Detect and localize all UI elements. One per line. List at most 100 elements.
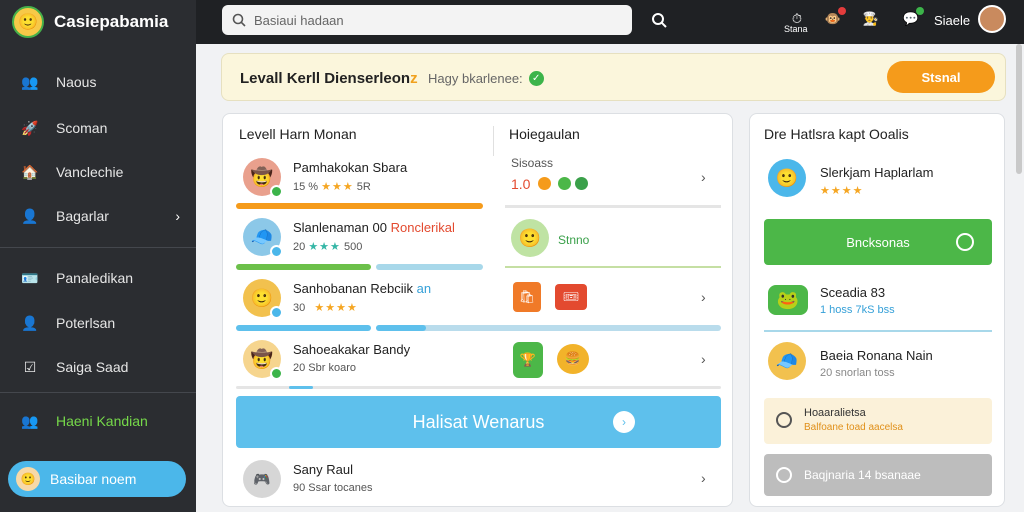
- progress-bar-track: [376, 264, 483, 270]
- search-icon: [232, 13, 246, 27]
- checklist-icon: ☑: [23, 358, 37, 375]
- progress-bar: [376, 325, 426, 331]
- coin-icon: [538, 177, 551, 190]
- banner-title: Levall Kerll Dienserleonz: [240, 70, 418, 87]
- sidebar-item-bagarlar[interactable]: 👤 Bagarlar ›: [0, 199, 196, 233]
- list-item-name: Sceadia 83: [820, 285, 886, 300]
- cta-button[interactable]: Halisat Wenarus ›: [236, 396, 721, 448]
- chevron-right-icon[interactable]: ›: [701, 169, 706, 185]
- level-name: Sahoeakakar Bandy: [293, 342, 411, 357]
- sidebar-item-naous[interactable]: 👥 Naous: [0, 65, 196, 99]
- mascot-notification-icon[interactable]: 🐵: [822, 7, 846, 30]
- search-icon: [652, 13, 667, 28]
- list-item-name: Sany Raul: [293, 462, 353, 477]
- profile-card-icon: 🪪: [21, 269, 39, 286]
- level-row[interactable]: 🤠 Sahoeakakar Bandy 20 Sbr koaro: [243, 340, 483, 390]
- sidebar-item-scoman[interactable]: 🚀 Scoman: [0, 111, 196, 145]
- notice-card[interactable]: Hoaaralietsa Balfoane toad aacelsa: [764, 398, 992, 444]
- burger-icon[interactable]: 🍔: [557, 344, 589, 374]
- list-item-meta: 90 Ssar tocanes: [293, 482, 373, 494]
- welcome-banner: Levall Kerll Dienserleonz Hagy bkarlenee…: [221, 53, 1006, 101]
- list-item-meta: 1 hoss 7kS bss: [820, 304, 895, 316]
- ticket-icon[interactable]: 🎟: [555, 284, 587, 310]
- chevron-right-icon: ›: [175, 208, 180, 224]
- status-badge: [270, 185, 283, 198]
- check-icon: ✓: [528, 71, 544, 86]
- sidebar-item-label: Haeni Kandian: [56, 413, 148, 429]
- gem-icon: [575, 177, 588, 190]
- sidebar-item-panaledikan[interactable]: 🪪 Panaledikan: [0, 261, 196, 295]
- user-pill[interactable]: 🙂 Basibar noem: [8, 461, 186, 497]
- levels-title: Levell Harn Monan: [239, 126, 357, 142]
- middle-title: Hoiegaulan: [509, 126, 580, 142]
- top-user-name[interactable]: Siaele: [934, 13, 970, 28]
- user-icon: 👤: [21, 207, 39, 224]
- search-button[interactable]: [642, 5, 676, 35]
- disabled-button[interactable]: Baqjnaria 14 bsanaae: [764, 454, 992, 496]
- gift-bag-icon[interactable]: 🛍: [513, 282, 541, 312]
- avatar: 🧢: [768, 342, 806, 380]
- sidebar-item-label: Naous: [56, 74, 97, 90]
- middle-tag: Stnno: [558, 233, 590, 247]
- sidebar-item-poterlsan[interactable]: 👤 Poterlsan: [0, 306, 196, 340]
- users-icon: 👥: [21, 73, 39, 90]
- avatar: 🤠: [243, 158, 283, 198]
- avatar: 🙂: [16, 467, 40, 491]
- avatar[interactable]: [978, 5, 1006, 33]
- list-item[interactable]: 🐸 Sceadia 83 1 hoss 7kS bss: [768, 279, 988, 323]
- chevron-right-icon[interactable]: ›: [701, 470, 706, 486]
- level-meta: 15 % ★★★ 5R: [293, 181, 371, 193]
- list-item-meta: 20 snorlan toss: [820, 367, 895, 379]
- level-row[interactable]: 🧢 Slanlenaman 00 Ronclerikal 20 ★★★ 500: [243, 218, 483, 268]
- user-pill-label: Basibar noem: [50, 471, 137, 487]
- sidebar-item-saiga-saad[interactable]: ☑ Saiga Saad: [0, 350, 196, 384]
- avatar: 🙂: [768, 159, 806, 197]
- sidebar-item-haeni-kandian[interactable]: 👥 Haeni Kandian: [0, 404, 196, 438]
- chat-icon[interactable]: 💬: [900, 7, 924, 30]
- star-rating: ★★★: [321, 181, 354, 193]
- search-input[interactable]: Basiaui hadaan: [222, 5, 632, 35]
- sidebar-item-label: Poterlsan: [56, 315, 116, 331]
- progress-bar: [236, 264, 371, 270]
- scrollbar[interactable]: [1016, 44, 1022, 174]
- list-item[interactable]: 🙂 Slerkjam Haplarlam ★★★★: [768, 159, 988, 203]
- chef-icon[interactable]: 👨‍🍳: [860, 8, 882, 30]
- status-badge: [270, 306, 283, 319]
- star-rating: ★★★★: [820, 185, 864, 197]
- search-placeholder: Basiaui hadaan: [254, 12, 344, 28]
- person-icon: 👤: [21, 314, 39, 331]
- brand[interactable]: 🙂 Casiepabamia: [12, 6, 168, 38]
- level-meta: 20 Sbr koaro: [293, 362, 356, 374]
- list-item[interactable]: 🎮 Sany Raul 90 Ssar tocanes: [243, 460, 483, 510]
- avatar: 🧢: [243, 218, 283, 258]
- rocket-icon: 🚀: [21, 119, 39, 136]
- chevron-right-icon[interactable]: ›: [701, 289, 706, 305]
- right-title: Dre Hatlsra kapt Ooalis: [764, 126, 909, 142]
- levels-card: Levell Harn Monan Hoiegaulan 🤠 Pamhakoka…: [222, 113, 733, 507]
- circle-icon: [776, 412, 792, 428]
- divider: [505, 266, 721, 268]
- chevron-right-icon[interactable]: ›: [701, 351, 706, 367]
- progress-bar-track: [376, 325, 721, 331]
- notice-title: Hoaaralietsa: [804, 407, 866, 419]
- notice-subtitle: Balfoane toad aacelsa: [804, 422, 903, 433]
- level-row[interactable]: 🙂 Sanhobanan Rebciik an 30 ★★★★: [243, 279, 483, 329]
- progress-bar: [236, 203, 483, 209]
- notification-dot: [838, 7, 846, 15]
- game-controller-icon: 🎮: [243, 460, 281, 498]
- star-rating: ★★★★: [314, 302, 358, 314]
- sidebar-item-label: Vanclechie: [56, 164, 124, 180]
- level-meta: 30 ★★★★: [293, 302, 358, 314]
- banner-button[interactable]: Stsnal: [887, 61, 995, 93]
- avatar: 🙂: [511, 219, 549, 257]
- trophy-icon[interactable]: 🏆: [513, 342, 543, 378]
- green-action-button[interactable]: Bncksonas: [764, 219, 992, 265]
- sidebar-divider: [0, 247, 196, 248]
- divider: [505, 205, 721, 208]
- badge-logo-icon: 🐸: [768, 285, 808, 315]
- check-circle-icon: [776, 467, 792, 483]
- list-item[interactable]: 🧢 Baeia Ronana Nain 20 snorlan toss: [768, 342, 988, 386]
- level-row[interactable]: 🤠 Pamhakokan Sbara 15 % ★★★ 5R: [243, 158, 483, 208]
- right-panel: Dre Hatlsra kapt Ooalis 🙂 Slerkjam Hapla…: [749, 113, 1005, 507]
- sidebar-item-vanclechie[interactable]: 🏠 Vanclechie: [0, 155, 196, 189]
